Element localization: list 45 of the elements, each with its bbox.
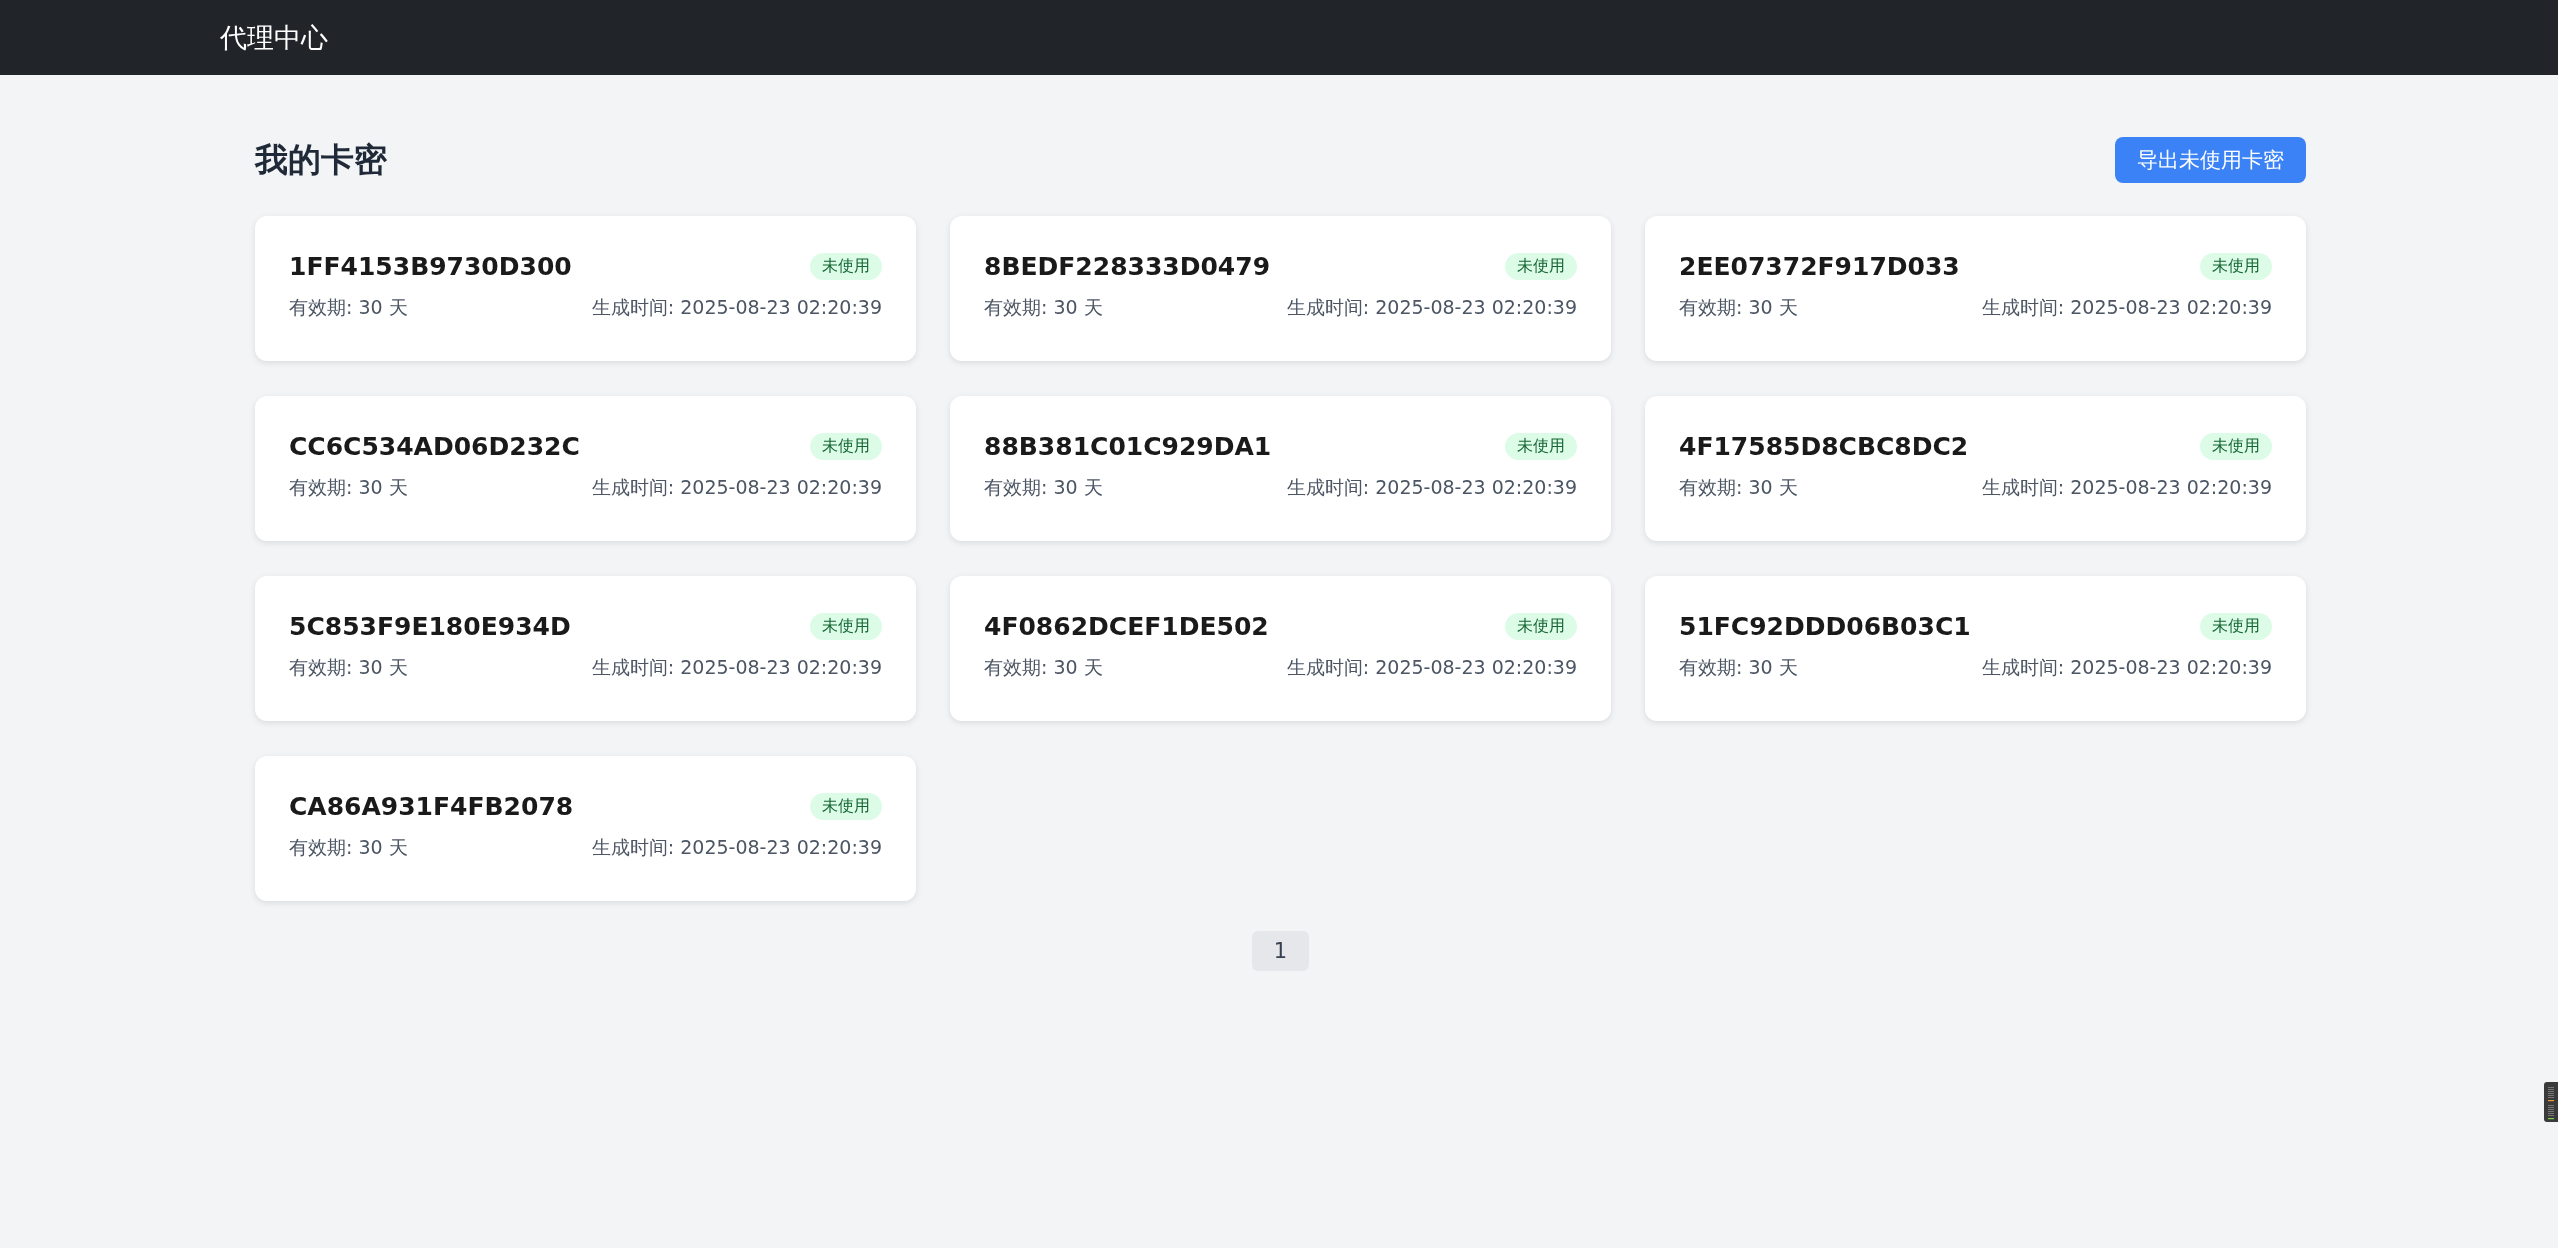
- validity-text: 有效期: 30 天: [984, 475, 1103, 500]
- export-button[interactable]: 导出未使用卡密: [2115, 137, 2306, 183]
- card-code: 4F17585D8CBC8DC2: [1679, 432, 1969, 461]
- status-badge: 未使用: [1505, 433, 1577, 460]
- card-code: 88B381C01C929DA1: [984, 432, 1272, 461]
- validity-text: 有效期: 30 天: [1679, 655, 1798, 680]
- status-badge: 未使用: [1505, 613, 1577, 640]
- status-badge: 未使用: [2200, 433, 2272, 460]
- created-time: 生成时间: 2025-08-23 02:20:39: [1286, 475, 1577, 500]
- status-badge: 未使用: [2200, 613, 2272, 640]
- page-button[interactable]: 1: [1251, 931, 1310, 971]
- card-code: 8BEDF228333D0479: [984, 252, 1271, 281]
- created-time: 生成时间: 2025-08-23 02:20:39: [1981, 475, 2272, 500]
- card-code: 2EE07372F917D033: [1679, 252, 1960, 281]
- validity-text: 有效期: 30 天: [289, 295, 408, 320]
- page-title: 我的卡密: [255, 138, 387, 181]
- created-time: 生成时间: 2025-08-23 02:20:39: [1286, 655, 1577, 680]
- card-code: 51FC92DDD06B03C1: [1679, 612, 1971, 641]
- status-badge: 未使用: [810, 613, 882, 640]
- created-time: 生成时间: 2025-08-23 02:20:39: [591, 835, 882, 860]
- card-code: 4F0862DCEF1DE502: [984, 612, 1269, 641]
- status-badge: 未使用: [2200, 253, 2272, 280]
- created-time: 生成时间: 2025-08-23 02:20:39: [591, 475, 882, 500]
- validity-text: 有效期: 30 天: [1679, 295, 1798, 320]
- status-badge: 未使用: [810, 793, 882, 820]
- status-badge: 未使用: [1505, 253, 1577, 280]
- validity-text: 有效期: 30 天: [984, 295, 1103, 320]
- validity-text: 有效期: 30 天: [289, 655, 408, 680]
- meter-widget-icon[interactable]: [2544, 1082, 2558, 1122]
- created-time: 生成时间: 2025-08-23 02:20:39: [1286, 295, 1577, 320]
- card-code: CA86A931F4FB2078: [289, 792, 574, 821]
- status-badge: 未使用: [810, 253, 882, 280]
- created-time: 生成时间: 2025-08-23 02:20:39: [591, 295, 882, 320]
- brand-title[interactable]: 代理中心: [220, 19, 328, 56]
- card-code: 5C853F9E180E934D: [289, 612, 571, 641]
- validity-text: 有效期: 30 天: [1679, 475, 1798, 500]
- created-time: 生成时间: 2025-08-23 02:20:39: [1981, 655, 2272, 680]
- card-code: CC6C534AD06D232C: [289, 432, 580, 461]
- validity-text: 有效期: 30 天: [289, 475, 408, 500]
- card-code: 1FF4153B9730D300: [289, 252, 572, 281]
- created-time: 生成时间: 2025-08-23 02:20:39: [1981, 295, 2272, 320]
- created-time: 生成时间: 2025-08-23 02:20:39: [591, 655, 882, 680]
- status-badge: 未使用: [810, 433, 882, 460]
- validity-text: 有效期: 30 天: [984, 655, 1103, 680]
- validity-text: 有效期: 30 天: [289, 835, 408, 860]
